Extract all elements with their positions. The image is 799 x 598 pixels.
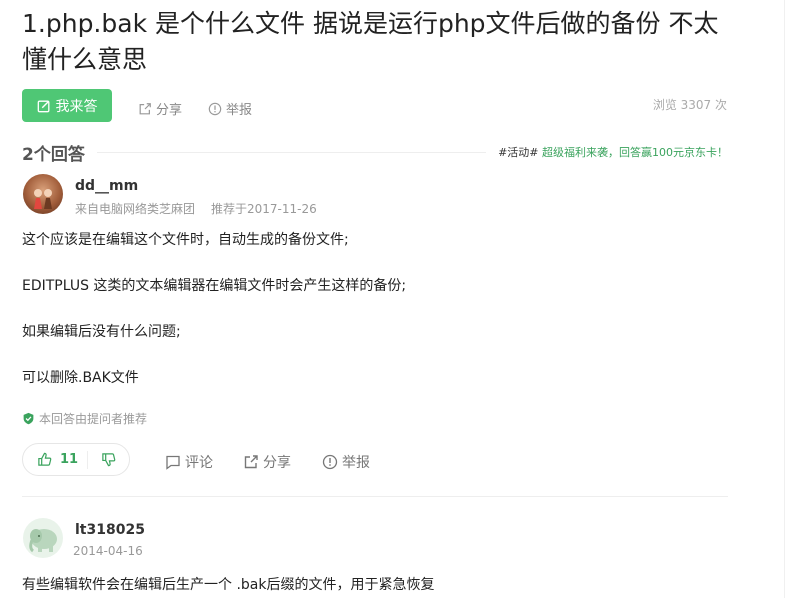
view-count: 浏览 3307 次 <box>652 98 727 112</box>
report-question-label: 举报 <box>226 103 253 118</box>
share-question-link[interactable]: 分享 <box>138 99 182 118</box>
answer-2-text: 有些编辑软件会在编辑后生产一个 .bak后缀的文件，用于紧急恢复 <box>22 577 435 593</box>
answer-line-2: EDITPLUS 这类的文本编辑器在编辑文件时会产生这样的备份; <box>22 278 407 294</box>
comment-button[interactable]: 评论 <box>165 452 213 472</box>
answers-count: 2个回答 <box>22 144 85 165</box>
answer-date: 推荐于2017-11-26 <box>211 202 317 216</box>
recommend-text: 本回答由提问者推荐 <box>39 412 148 426</box>
answers-header: 2个回答 #活动# 超级福利来袭，回答赢100元京东卡！ <box>22 140 728 165</box>
header-divider <box>96 151 487 153</box>
share-question-label: 分享 <box>156 103 183 118</box>
thumbs-up-icon <box>38 452 52 466</box>
activity-banner[interactable]: #活动# 超级福利来袭，回答赢100元京东卡！ <box>498 144 728 160</box>
comment-label: 评论 <box>185 455 213 471</box>
answer-author-source[interactable]: 来自电脑网络类芝麻团 <box>75 200 195 217</box>
answer-author-name[interactable]: dd__mm <box>75 178 138 194</box>
share-icon <box>244 455 258 469</box>
share-answer-button[interactable]: 分享 <box>243 452 291 472</box>
activity-text: 超级福利来袭，回答赢100元京东卡！ <box>538 146 728 159</box>
report-answer-label: 举报 <box>342 455 370 471</box>
edit-icon <box>37 100 49 112</box>
dislike-button[interactable] <box>88 452 129 467</box>
scrollbar[interactable] <box>784 0 799 598</box>
avatar[interactable] <box>23 174 63 214</box>
answer-author-name-2[interactable]: lt318025 <box>75 522 145 538</box>
shield-check-icon <box>23 412 34 425</box>
vote-box: 11 <box>22 443 130 476</box>
answer-date-2: 2014-04-16 <box>73 544 143 558</box>
avatar[interactable] <box>23 518 63 558</box>
report-question-link[interactable]: 举报 <box>208 99 252 118</box>
answer-line-4: 可以删除.BAK文件 <box>22 370 139 386</box>
answer-line-1: 这个应该是在编辑这个文件时，自动生成的备份文件; <box>22 232 349 248</box>
recommend-note: 本回答由提问者推荐 <box>22 410 147 427</box>
share-answer-label: 分享 <box>263 455 291 471</box>
thumbs-down-icon <box>102 453 116 467</box>
answer-button-label: 我来答 <box>55 98 98 115</box>
like-button[interactable]: 11 <box>23 452 87 467</box>
share-icon <box>139 102 151 114</box>
avatar-image <box>34 189 52 209</box>
report-icon <box>208 102 222 115</box>
question-title: 1.php.bak 是个什么文件 据说是运行php文件后做的备份 不太懂什么意思 <box>22 9 719 74</box>
elephant-avatar-image <box>29 529 57 553</box>
answer-line-3: 如果编辑后没有什么问题; <box>22 324 181 340</box>
report-answer-button[interactable]: 举报 <box>322 452 370 472</box>
answer-divider <box>22 496 728 497</box>
report-icon <box>322 454 338 470</box>
comment-icon <box>166 455 180 470</box>
activity-tag: #活动# <box>498 146 539 159</box>
like-count: 11 <box>60 452 79 467</box>
answer-button[interactable]: 我来答 <box>22 89 112 122</box>
